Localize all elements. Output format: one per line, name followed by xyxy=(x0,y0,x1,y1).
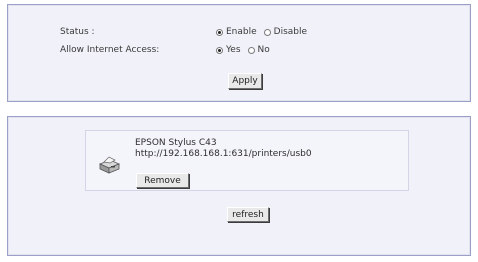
status-disable-radio[interactable] xyxy=(263,28,271,36)
printer-url: http://192.168.168.1:631/printers/usb0 xyxy=(135,149,312,159)
status-disable-label: Disable xyxy=(273,27,308,37)
status-enable-radio[interactable] xyxy=(216,28,223,36)
printer-name: EPSON Stylus C43 xyxy=(135,138,217,148)
settings-panel: Status : Enable Disable Allow Internet A… xyxy=(7,4,471,102)
internet-access-label: Allow Internet Access: xyxy=(60,45,160,55)
internet-access-radio-group: Yes No xyxy=(216,45,274,55)
refresh-button[interactable]: refresh xyxy=(227,207,269,222)
status-enable-label: Enable xyxy=(226,27,257,37)
internet-yes-label: Yes xyxy=(226,45,241,55)
printer-icon xyxy=(98,156,121,174)
printer-item: EPSON Stylus C43 http://192.168.168.1:63… xyxy=(85,130,409,191)
internet-no-label: No xyxy=(257,45,270,55)
status-label: Status : xyxy=(60,27,95,37)
remove-printer-button[interactable]: Remove xyxy=(136,173,189,188)
printers-panel: EPSON Stylus C43 http://192.168.168.1:63… xyxy=(7,116,471,256)
status-radio-group: Enable Disable xyxy=(216,27,311,37)
internet-yes-radio[interactable] xyxy=(216,46,223,54)
internet-no-radio[interactable] xyxy=(247,46,255,54)
apply-button[interactable]: Apply xyxy=(228,73,262,89)
